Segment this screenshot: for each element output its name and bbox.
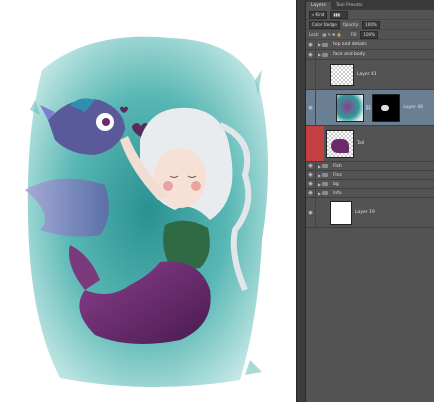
layer-row[interactable]: ◉ ▶ top and details (306, 40, 434, 50)
layer-row[interactable]: ◉ ▶ Fish (306, 162, 434, 171)
expand-arrow-icon[interactable]: ▶ (318, 42, 321, 47)
filter-kind-select[interactable]: ⌕ Kind (309, 10, 328, 19)
folder-icon (322, 182, 329, 186)
layer-name: Layer 19 (355, 210, 375, 215)
layer-name: Fins (333, 172, 342, 178)
layer-name: Layer 41 (357, 72, 377, 77)
eye-icon[interactable]: ◉ (306, 50, 316, 59)
lock-row: Lock: ▦ ✎ ✥ 🔒 Fill: 100% (306, 30, 434, 40)
layers-list: ◉ ▶ top and details ◉ ▶ face and body La… (306, 40, 434, 402)
filter-row: ⌕ Kind ▮▮▮ (306, 10, 434, 20)
layer-row[interactable]: ◉ ▶ Info (306, 189, 434, 198)
eye-icon[interactable] (306, 60, 316, 89)
opacity-input[interactable]: 100% (362, 20, 381, 29)
layer-row[interactable]: ◉ ▶ bg (306, 180, 434, 189)
layers-panel: Layers Tool Presets ⌕ Kind ▮▮▮ Color Dod… (306, 0, 434, 402)
layer-row[interactable]: Tail (306, 126, 434, 162)
tab-tool-presets[interactable]: Tool Presets (331, 2, 368, 10)
tab-layers[interactable]: Layers (306, 2, 331, 10)
eye-icon[interactable]: ◉ (306, 171, 316, 179)
eye-icon[interactable]: ◉ (306, 180, 316, 188)
blend-mode-select[interactable]: Color Dodge (309, 20, 340, 29)
mermaid-illustration (25, 36, 269, 388)
expand-arrow-icon[interactable]: ▶ (318, 191, 321, 196)
fill-label: Fill: (350, 32, 358, 37)
layer-name: face and body (333, 52, 366, 57)
layer-name: Info (333, 190, 342, 196)
eye-icon[interactable]: ◉ (306, 90, 316, 125)
eye-icon[interactable] (306, 126, 324, 161)
folder-icon (322, 42, 329, 47)
eye-icon[interactable]: ◉ (306, 189, 316, 197)
expand-arrow-icon[interactable]: ▶ (318, 52, 321, 57)
eye-icon[interactable]: ◉ (306, 198, 316, 227)
layer-name: Tail (357, 141, 365, 146)
link-icon: ⛓ (365, 104, 372, 111)
eye-icon[interactable]: ◉ (306, 40, 316, 49)
folder-icon (322, 191, 329, 195)
layer-row[interactable]: Layer 41 (306, 60, 434, 90)
artwork-canvas[interactable] (0, 0, 296, 402)
panel-divider[interactable] (296, 0, 306, 402)
layer-thumbnail (326, 129, 354, 158)
layer-name: top and details (333, 42, 367, 47)
layer-name: Fish (333, 163, 342, 169)
expand-arrow-icon[interactable]: ▶ (318, 173, 321, 178)
folder-icon (322, 173, 329, 177)
lock-icons[interactable]: ▦ ✎ ✥ 🔒 (322, 32, 341, 37)
layer-row[interactable]: ◉ Layer 19 (306, 198, 434, 228)
folder-icon (322, 164, 329, 168)
layer-thumbnail (330, 200, 352, 225)
filter-kind-label: Kind (315, 11, 325, 17)
filter-toggle[interactable]: ▮▮▮ (330, 10, 349, 19)
layer-thumbnail (330, 63, 354, 86)
layer-name: Layer 46 (403, 105, 424, 110)
layer-row[interactable]: ◉ ▶ Fins (306, 171, 434, 180)
layer-mask-thumbnail[interactable] (372, 93, 401, 122)
layer-thumbnail (336, 93, 364, 122)
expand-arrow-icon[interactable]: ▶ (318, 164, 321, 169)
layer-row[interactable]: ◉ ▶ face and body (306, 50, 434, 60)
layer-name: bg (333, 181, 339, 187)
expand-arrow-icon[interactable]: ▶ (318, 182, 321, 187)
lock-label: Lock: (309, 32, 320, 37)
folder-icon (322, 52, 329, 57)
opacity-label: Opacity: (342, 22, 360, 27)
fill-input[interactable]: 100% (360, 30, 379, 39)
eye-icon[interactable]: ◉ (306, 162, 316, 170)
blend-row: Color Dodge Opacity: 100% (306, 20, 434, 30)
layer-row-selected[interactable]: ◉ ⛓ Layer 46 (306, 90, 434, 126)
panel-tabs: Layers Tool Presets (306, 0, 434, 10)
